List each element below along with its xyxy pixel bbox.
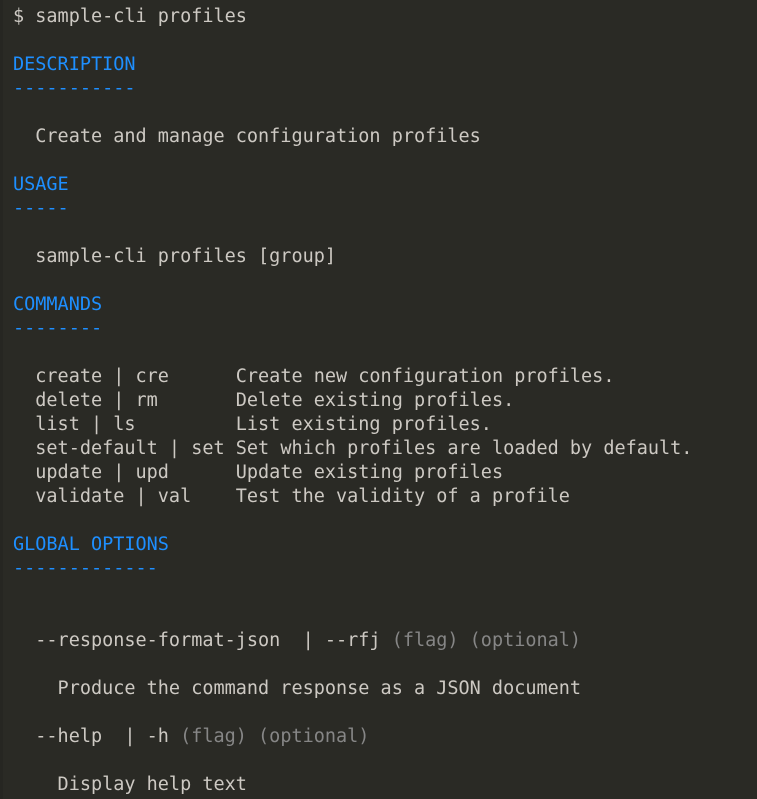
option-flag-names: --help | -h bbox=[35, 726, 169, 747]
global-options-rule: ------------- bbox=[3, 557, 757, 581]
description-heading: DESCRIPTION bbox=[3, 53, 757, 77]
command-name: create | cre bbox=[13, 366, 236, 387]
command-name: delete | rm bbox=[13, 390, 236, 411]
command-name: validate | val bbox=[13, 486, 236, 507]
prompt-text: $ sample-cli profiles bbox=[13, 6, 247, 27]
global-options-heading: GLOBAL OPTIONS bbox=[3, 533, 757, 557]
table-row[interactable]: set-default | set Set which profiles are… bbox=[3, 437, 757, 461]
option-flag-line[interactable]: --response-format-json | --rfj (flag) (o… bbox=[3, 629, 757, 653]
usage-body-text: sample-cli profiles [group] bbox=[13, 246, 337, 267]
description-heading-label: DESCRIPTION bbox=[13, 54, 136, 75]
option-space bbox=[247, 726, 258, 747]
table-row[interactable]: validate | val Test the validity of a pr… bbox=[3, 485, 757, 509]
option-requirement-badge: (optional) bbox=[258, 726, 370, 747]
option-space bbox=[381, 630, 392, 651]
commands-rule: -------- bbox=[3, 317, 757, 341]
usage-heading-label: USAGE bbox=[13, 174, 69, 195]
usage-body: sample-cli profiles [group] bbox=[3, 245, 757, 269]
option-type-badge: (flag) bbox=[391, 630, 459, 651]
option-flag-names: --response-format-json | --rfj bbox=[35, 630, 381, 651]
option-description-line: Produce the command response as a JSON d… bbox=[3, 677, 757, 701]
command-description: Delete existing profiles. bbox=[235, 390, 515, 411]
terminal-window: $ sample-cli profiles DESCRIPTION ------… bbox=[0, 0, 757, 799]
option-description-line: Display help text bbox=[3, 773, 757, 797]
commands-rule-dashes: -------- bbox=[13, 318, 103, 339]
option-indent bbox=[13, 726, 35, 747]
description-rule-dashes: ----------- bbox=[13, 78, 136, 99]
usage-rule: ----- bbox=[3, 197, 757, 221]
command-description: Set which profiles are loaded by default… bbox=[235, 438, 693, 459]
option-space bbox=[459, 630, 470, 651]
table-row[interactable]: delete | rm Delete existing profiles. bbox=[3, 389, 757, 413]
global-options-heading-label: GLOBAL OPTIONS bbox=[13, 534, 169, 555]
command-name: list | ls bbox=[13, 414, 236, 435]
option-description: Produce the command response as a JSON d… bbox=[13, 678, 582, 699]
option-flag-line[interactable]: --help | -h (flag) (optional) bbox=[3, 725, 757, 749]
command-description: List existing profiles. bbox=[235, 414, 492, 435]
option-requirement-badge: (optional) bbox=[469, 630, 582, 651]
option-space bbox=[169, 726, 180, 747]
commands-heading: COMMANDS bbox=[3, 293, 757, 317]
command-name: set-default | set bbox=[13, 438, 236, 459]
command-name: update | upd bbox=[13, 462, 236, 483]
usage-rule-dashes: ----- bbox=[13, 198, 69, 219]
command-description: Test the validity of a profile bbox=[235, 486, 570, 507]
description-rule: ----------- bbox=[3, 77, 757, 101]
prompt-line: $ sample-cli profiles bbox=[3, 5, 757, 29]
command-description: Update existing profiles bbox=[235, 462, 504, 483]
commands-heading-label: COMMANDS bbox=[13, 294, 103, 315]
description-body: Create and manage configuration profiles bbox=[3, 125, 757, 149]
table-row[interactable]: list | ls List existing profiles. bbox=[3, 413, 757, 437]
option-type-badge: (flag) bbox=[180, 726, 247, 747]
global-options-rule-dashes: ------------- bbox=[13, 558, 158, 579]
option-indent bbox=[13, 630, 35, 651]
usage-heading: USAGE bbox=[3, 173, 757, 197]
option-description: Display help text bbox=[13, 774, 247, 795]
table-row[interactable]: update | upd Update existing profiles bbox=[3, 461, 757, 485]
description-body-text: Create and manage configuration profiles bbox=[13, 126, 481, 147]
table-row[interactable]: create | cre Create new configuration pr… bbox=[3, 365, 757, 389]
command-description: Create new configuration profiles. bbox=[235, 366, 615, 387]
